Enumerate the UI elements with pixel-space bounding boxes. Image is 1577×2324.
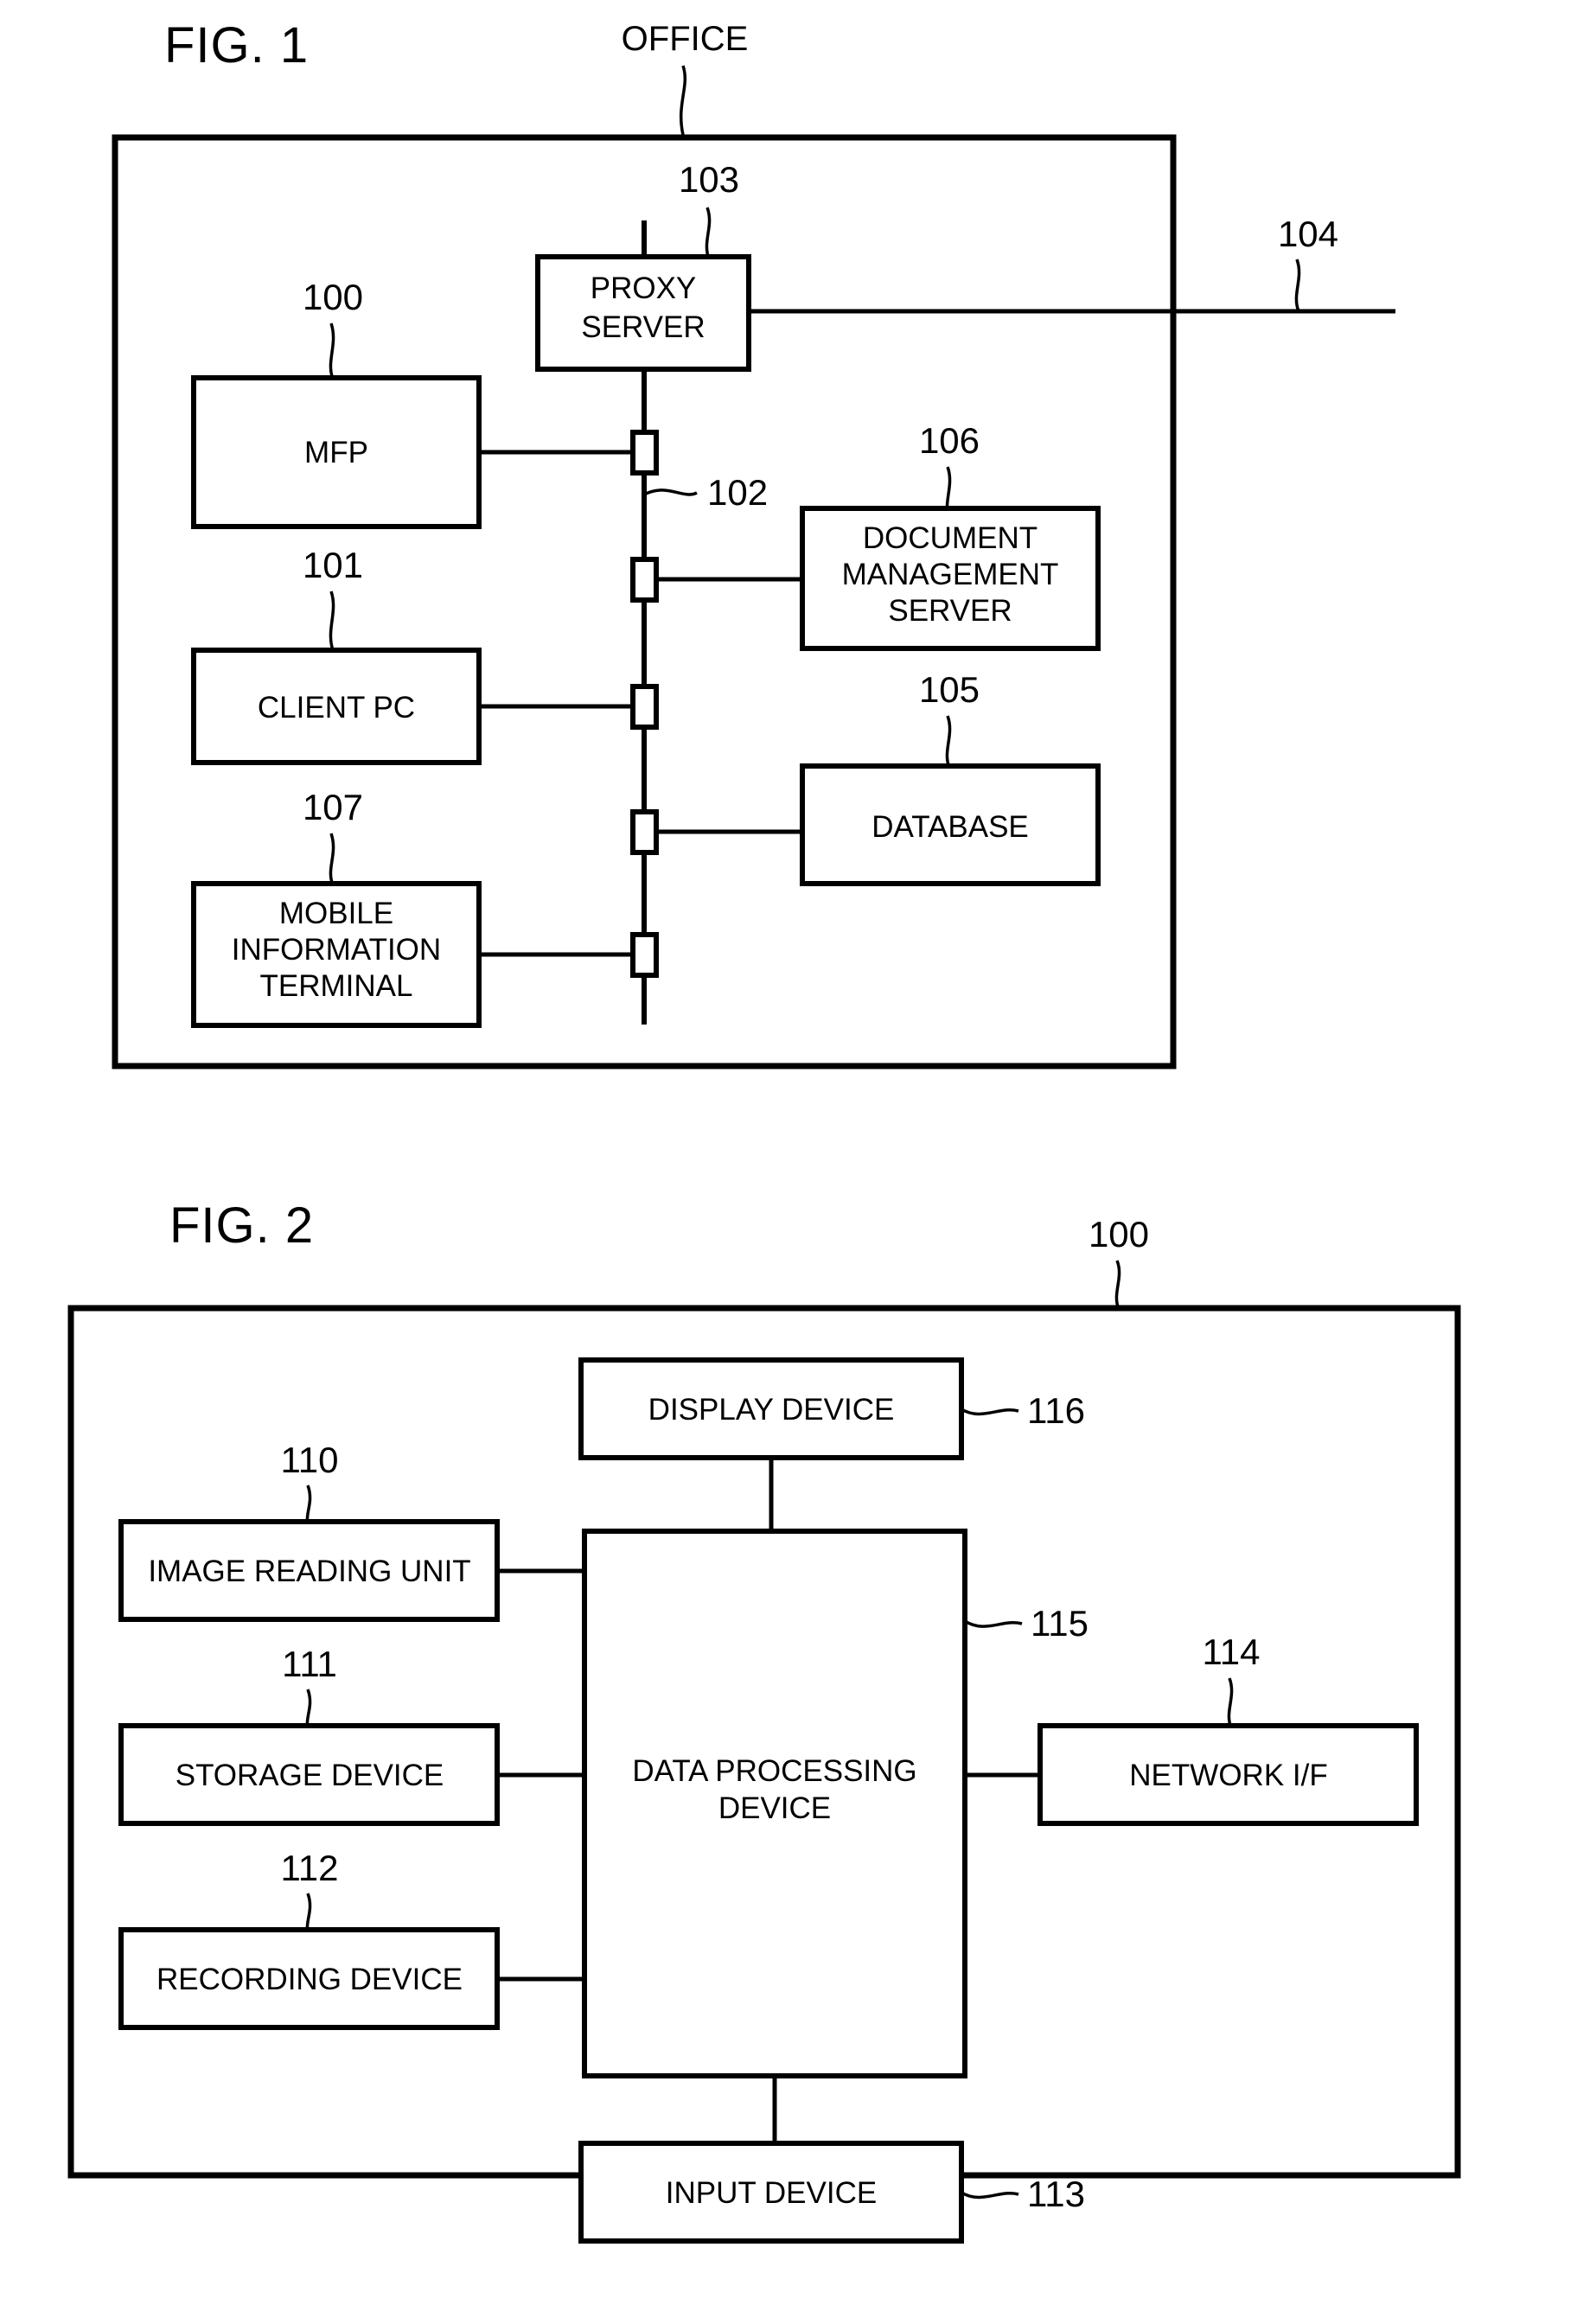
ref-116-leader-line	[961, 1408, 1019, 1416]
figure-1-title: FIG. 1	[164, 17, 309, 73]
dms-label-line1: DOCUMENT	[863, 521, 1038, 555]
ref-100-leader-line	[329, 322, 335, 380]
ref-107-label: 107	[303, 787, 363, 827]
ref-103-leader-line	[705, 207, 712, 260]
bus-node-client-pc	[630, 684, 659, 730]
patent-drawing-page: FIG. 1 OFFICE 103 PROXY SERVER 102 104 1…	[0, 0, 1577, 2324]
fig2-ref-100-label: 100	[1089, 1214, 1149, 1255]
ref-114-leader-line	[1227, 1677, 1234, 1728]
office-leader-line	[679, 65, 687, 136]
office-region-label: OFFICE	[622, 20, 749, 58]
ref-114-label: 114	[1203, 1631, 1261, 1672]
ref-100-label: 100	[303, 277, 363, 317]
proxy-server-label-line1: PROXY	[591, 271, 697, 305]
figure-2: FIG. 2 100 DISPLAY DEVICE 116 DATA PROCE…	[67, 1197, 1461, 2244]
ref-101-label: 101	[303, 545, 363, 585]
bus-node-mfp	[630, 430, 659, 476]
ref-104-leader-line	[1294, 259, 1301, 312]
ref-113-leader-line	[961, 2191, 1019, 2200]
ref-115-leader-line	[964, 1619, 1023, 1628]
dpd-label-line1: DATA PROCESSING	[632, 1754, 916, 1788]
dms-label-line3: SERVER	[888, 594, 1012, 628]
ref-105-label: 105	[919, 669, 980, 710]
figure-1: FIG. 1 OFFICE 103 PROXY SERVER 102 104 1…	[112, 17, 1395, 1069]
ref-107-leader-line	[329, 833, 335, 886]
client-pc-label: CLIENT PC	[258, 691, 415, 725]
mobile-terminal-label-line1: MOBILE	[279, 897, 393, 930]
network-if-label: NETWORK I/F	[1129, 1759, 1327, 1792]
recording-device-label: RECORDING DEVICE	[156, 1963, 463, 1996]
bus-node-database	[630, 809, 659, 855]
bus-node-mobile-terminal	[630, 932, 659, 978]
input-device-label: INPUT DEVICE	[666, 2176, 877, 2210]
ref-103-label: 103	[679, 159, 739, 200]
display-device-label: DISPLAY DEVICE	[648, 1393, 895, 1427]
mobile-terminal-label-line3: TERMINAL	[260, 969, 413, 1003]
ref-102-leader-line	[643, 488, 698, 496]
patent-figures-svg: FIG. 1 OFFICE 103 PROXY SERVER 102 104 1…	[67, 17, 1461, 2244]
ref-106-label: 106	[919, 420, 980, 461]
ref-111-label: 111	[282, 1644, 337, 1684]
database-label: DATABASE	[872, 810, 1029, 844]
ref-115-label: 115	[1031, 1603, 1089, 1644]
dms-label-line2: MANAGEMENT	[842, 558, 1059, 591]
ref-105-leader-line	[945, 715, 952, 769]
image-reading-unit-label: IMAGE READING UNIT	[148, 1555, 470, 1588]
ref-101-leader-line	[329, 591, 335, 651]
ref-116-label: 116	[1027, 1390, 1085, 1431]
ref-104-label: 104	[1278, 214, 1338, 254]
figure-2-title: FIG. 2	[169, 1197, 314, 1254]
proxy-server-label-line2: SERVER	[581, 310, 705, 344]
ref-102-label: 102	[707, 472, 768, 513]
mobile-terminal-label-line2: INFORMATION	[232, 933, 441, 967]
bus-node-dms	[630, 557, 659, 603]
ref-112-label: 112	[281, 1848, 339, 1888]
ref-110-label: 110	[281, 1440, 339, 1480]
mfp-label: MFP	[304, 436, 368, 469]
dpd-label-line2: DEVICE	[718, 1791, 831, 1825]
ref-113-label: 113	[1027, 2174, 1085, 2214]
fig2-ref-100-leader-line	[1114, 1260, 1121, 1310]
storage-device-label: STORAGE DEVICE	[176, 1759, 444, 1792]
